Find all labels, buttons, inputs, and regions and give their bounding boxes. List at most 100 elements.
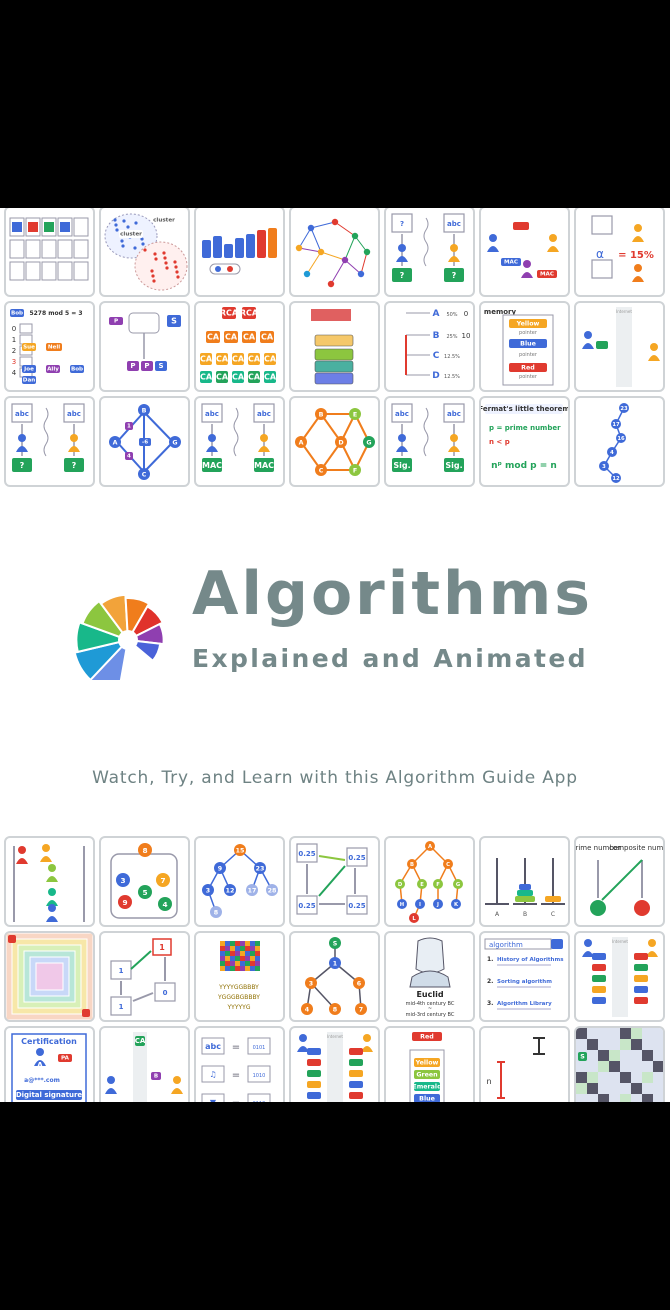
svg-text:1.: 1. xyxy=(487,956,493,963)
svg-text:1: 1 xyxy=(127,424,131,430)
bottom-tile-library-menu: algorithm 1. History of Algorithms 2. Sortin… xyxy=(479,931,570,1022)
svg-text:CA: CA xyxy=(232,372,245,381)
voronoi-illustration xyxy=(6,933,93,1020)
svg-text:cluster: cluster xyxy=(120,232,142,238)
svg-text:Internet: Internet xyxy=(327,1034,343,1039)
certificate-tree-illustration: RCA RCACA CA CA CACACACACACACACACACACA xyxy=(200,307,277,383)
svg-text:Dan: Dan xyxy=(23,378,35,384)
svg-text:0.25: 0.25 xyxy=(348,854,365,862)
svg-text:Sorting algorithm: Sorting algorithm xyxy=(497,979,552,985)
bottom-tile-stack: Red Yellow Green Emerald Blue xyxy=(384,1026,475,1102)
top-tile-hash-verify: abc abc?? xyxy=(4,396,95,487)
svg-text:Internet: Internet xyxy=(612,939,628,944)
bottom-tile-euclid: Euclid mid-4th century BC ~ mid-3rd century… xyxy=(384,931,475,1022)
svg-text:PA: PA xyxy=(61,1056,70,1062)
svg-text:S: S xyxy=(171,316,177,325)
svg-text:Bob: Bob xyxy=(71,367,83,373)
network-graph-illustration xyxy=(295,218,371,288)
tree-search-illustration: AB CD E F GH I J KL xyxy=(395,841,463,923)
svg-text:MAC: MAC xyxy=(540,272,554,278)
top-tile-block-stack xyxy=(289,301,380,392)
svg-text:3: 3 xyxy=(12,358,16,366)
top-tile-mac-verify: abc abc MAC MAC xyxy=(194,396,285,487)
svg-text:Nell: Nell xyxy=(48,345,60,351)
svg-text:?: ? xyxy=(20,461,25,470)
svg-text:I: I xyxy=(419,902,421,908)
crossing-illustration: Internet xyxy=(297,1032,373,1102)
top-tile-huffman: A 50% B 25% C 12.5% D 12.5% 0 10 xyxy=(384,301,475,392)
svg-text:C: C xyxy=(319,467,324,474)
svg-text:4: 4 xyxy=(12,369,17,377)
svg-text:8: 8 xyxy=(142,846,147,855)
app-title: Algorithms xyxy=(192,559,593,629)
svg-text:4: 4 xyxy=(162,900,167,909)
svg-text:0: 0 xyxy=(12,325,16,333)
svg-text:Yellow: Yellow xyxy=(415,1059,439,1066)
top-tile-dijkstra: A B C D E F G xyxy=(289,396,380,487)
people-queue-illustration xyxy=(13,844,85,922)
svg-text:MAC: MAC xyxy=(202,461,222,470)
svg-text:9: 9 xyxy=(122,898,127,907)
dfs-tree-illustration: S 1 3 6 4 8 7 xyxy=(301,937,367,1015)
bottom-tile-key-exchange: Internet xyxy=(574,931,665,1022)
svg-text:cluster: cluster xyxy=(153,218,175,224)
svg-text:D: D xyxy=(338,439,343,446)
svg-text:7: 7 xyxy=(160,876,165,885)
svg-text:15: 15 xyxy=(236,847,245,854)
svg-text:10: 10 xyxy=(462,332,471,340)
block-stack-illustration xyxy=(311,309,354,385)
svg-text:CA: CA xyxy=(200,372,213,381)
top-tile-fermat: Fermat's little theorem p = prime number n… xyxy=(479,396,570,487)
bottom-tile-ca-user: CA B xyxy=(99,1026,190,1102)
svg-text:History of Algorithms: History of Algorithms xyxy=(497,957,564,963)
svg-text:Emerald: Emerald xyxy=(412,1083,441,1090)
svg-text:5278 mod 5 = 3: 5278 mod 5 = 3 xyxy=(29,310,82,317)
stack-illustration: Red Yellow Green Emerald Blue xyxy=(409,1032,445,1102)
binary-tree-illustration: 2317164312 xyxy=(599,403,629,483)
svg-text:2.: 2. xyxy=(487,978,493,985)
svg-text:S: S xyxy=(333,940,338,947)
svg-text:1: 1 xyxy=(159,943,165,952)
bottom-tile-pagerank: 0.25 0.25 0.25 0.25 xyxy=(289,836,380,927)
svg-text:J: J xyxy=(436,902,439,908)
svg-text:H: H xyxy=(400,902,404,908)
svg-text:3: 3 xyxy=(120,876,125,885)
bar-sort-illustration xyxy=(202,228,277,275)
svg-text:abc: abc xyxy=(205,1042,221,1051)
svg-text:CA: CA xyxy=(207,332,220,341)
svg-text:6: 6 xyxy=(357,980,362,987)
svg-text:1010: 1010 xyxy=(253,1073,266,1079)
svg-text:abc: abc xyxy=(395,410,409,418)
svg-text:A: A xyxy=(433,309,440,319)
svg-text:G: G xyxy=(366,439,371,446)
feature-tiles-top: cluster cluster? abc?? MAC MAC α = 15% Bob 5278 … xyxy=(4,208,668,487)
svg-text:0.25: 0.25 xyxy=(348,902,365,910)
top-tile-probability: α = 15% xyxy=(574,208,665,297)
svg-text:16: 16 xyxy=(617,436,625,442)
mac-exchange-illustration: MAC MAC xyxy=(487,222,559,278)
svg-text:0101: 0101 xyxy=(253,1045,266,1051)
svg-text:P: P xyxy=(114,319,118,325)
svg-text:12.5%: 12.5% xyxy=(444,374,460,380)
svg-text:4: 4 xyxy=(610,450,614,456)
svg-text:E: E xyxy=(353,411,357,418)
top-tile-table-blocks xyxy=(4,208,95,297)
svg-text:Certification: Certification xyxy=(21,1037,77,1046)
top-tile-memory: memory Yellow Blue Red pointer pointer pointer xyxy=(479,301,570,392)
heap-bag-illustration: 8 3 7 9 5 4 xyxy=(110,843,178,919)
svg-text:n < p: n < p xyxy=(489,438,510,446)
svg-text:P: P xyxy=(144,362,149,370)
top-tile-mac-exchange: MAC MAC xyxy=(479,208,570,297)
hero-banner: Algorithms Explained and Animated Watch,… xyxy=(0,478,670,818)
hash-verify-illustration: abc abc?? xyxy=(11,403,85,472)
table-blocks-illustration xyxy=(9,217,89,281)
svg-text:C: C xyxy=(551,911,555,918)
svg-text:a@***.com: a@***.com xyxy=(24,1077,60,1084)
svg-text:P: P xyxy=(130,362,135,370)
bottom-tile-matrix: YYYYGGBBBY YGGGBGBBBY YYYYYG xyxy=(194,931,285,1022)
svg-text:Sig.: Sig. xyxy=(445,461,462,470)
bottom-tile-people-queue xyxy=(4,836,95,927)
certification-illustration: Certification A PA a@***.com Digital signatu… xyxy=(11,1033,87,1102)
svg-text:?: ? xyxy=(400,271,405,280)
svg-text:n: n xyxy=(486,1077,491,1086)
